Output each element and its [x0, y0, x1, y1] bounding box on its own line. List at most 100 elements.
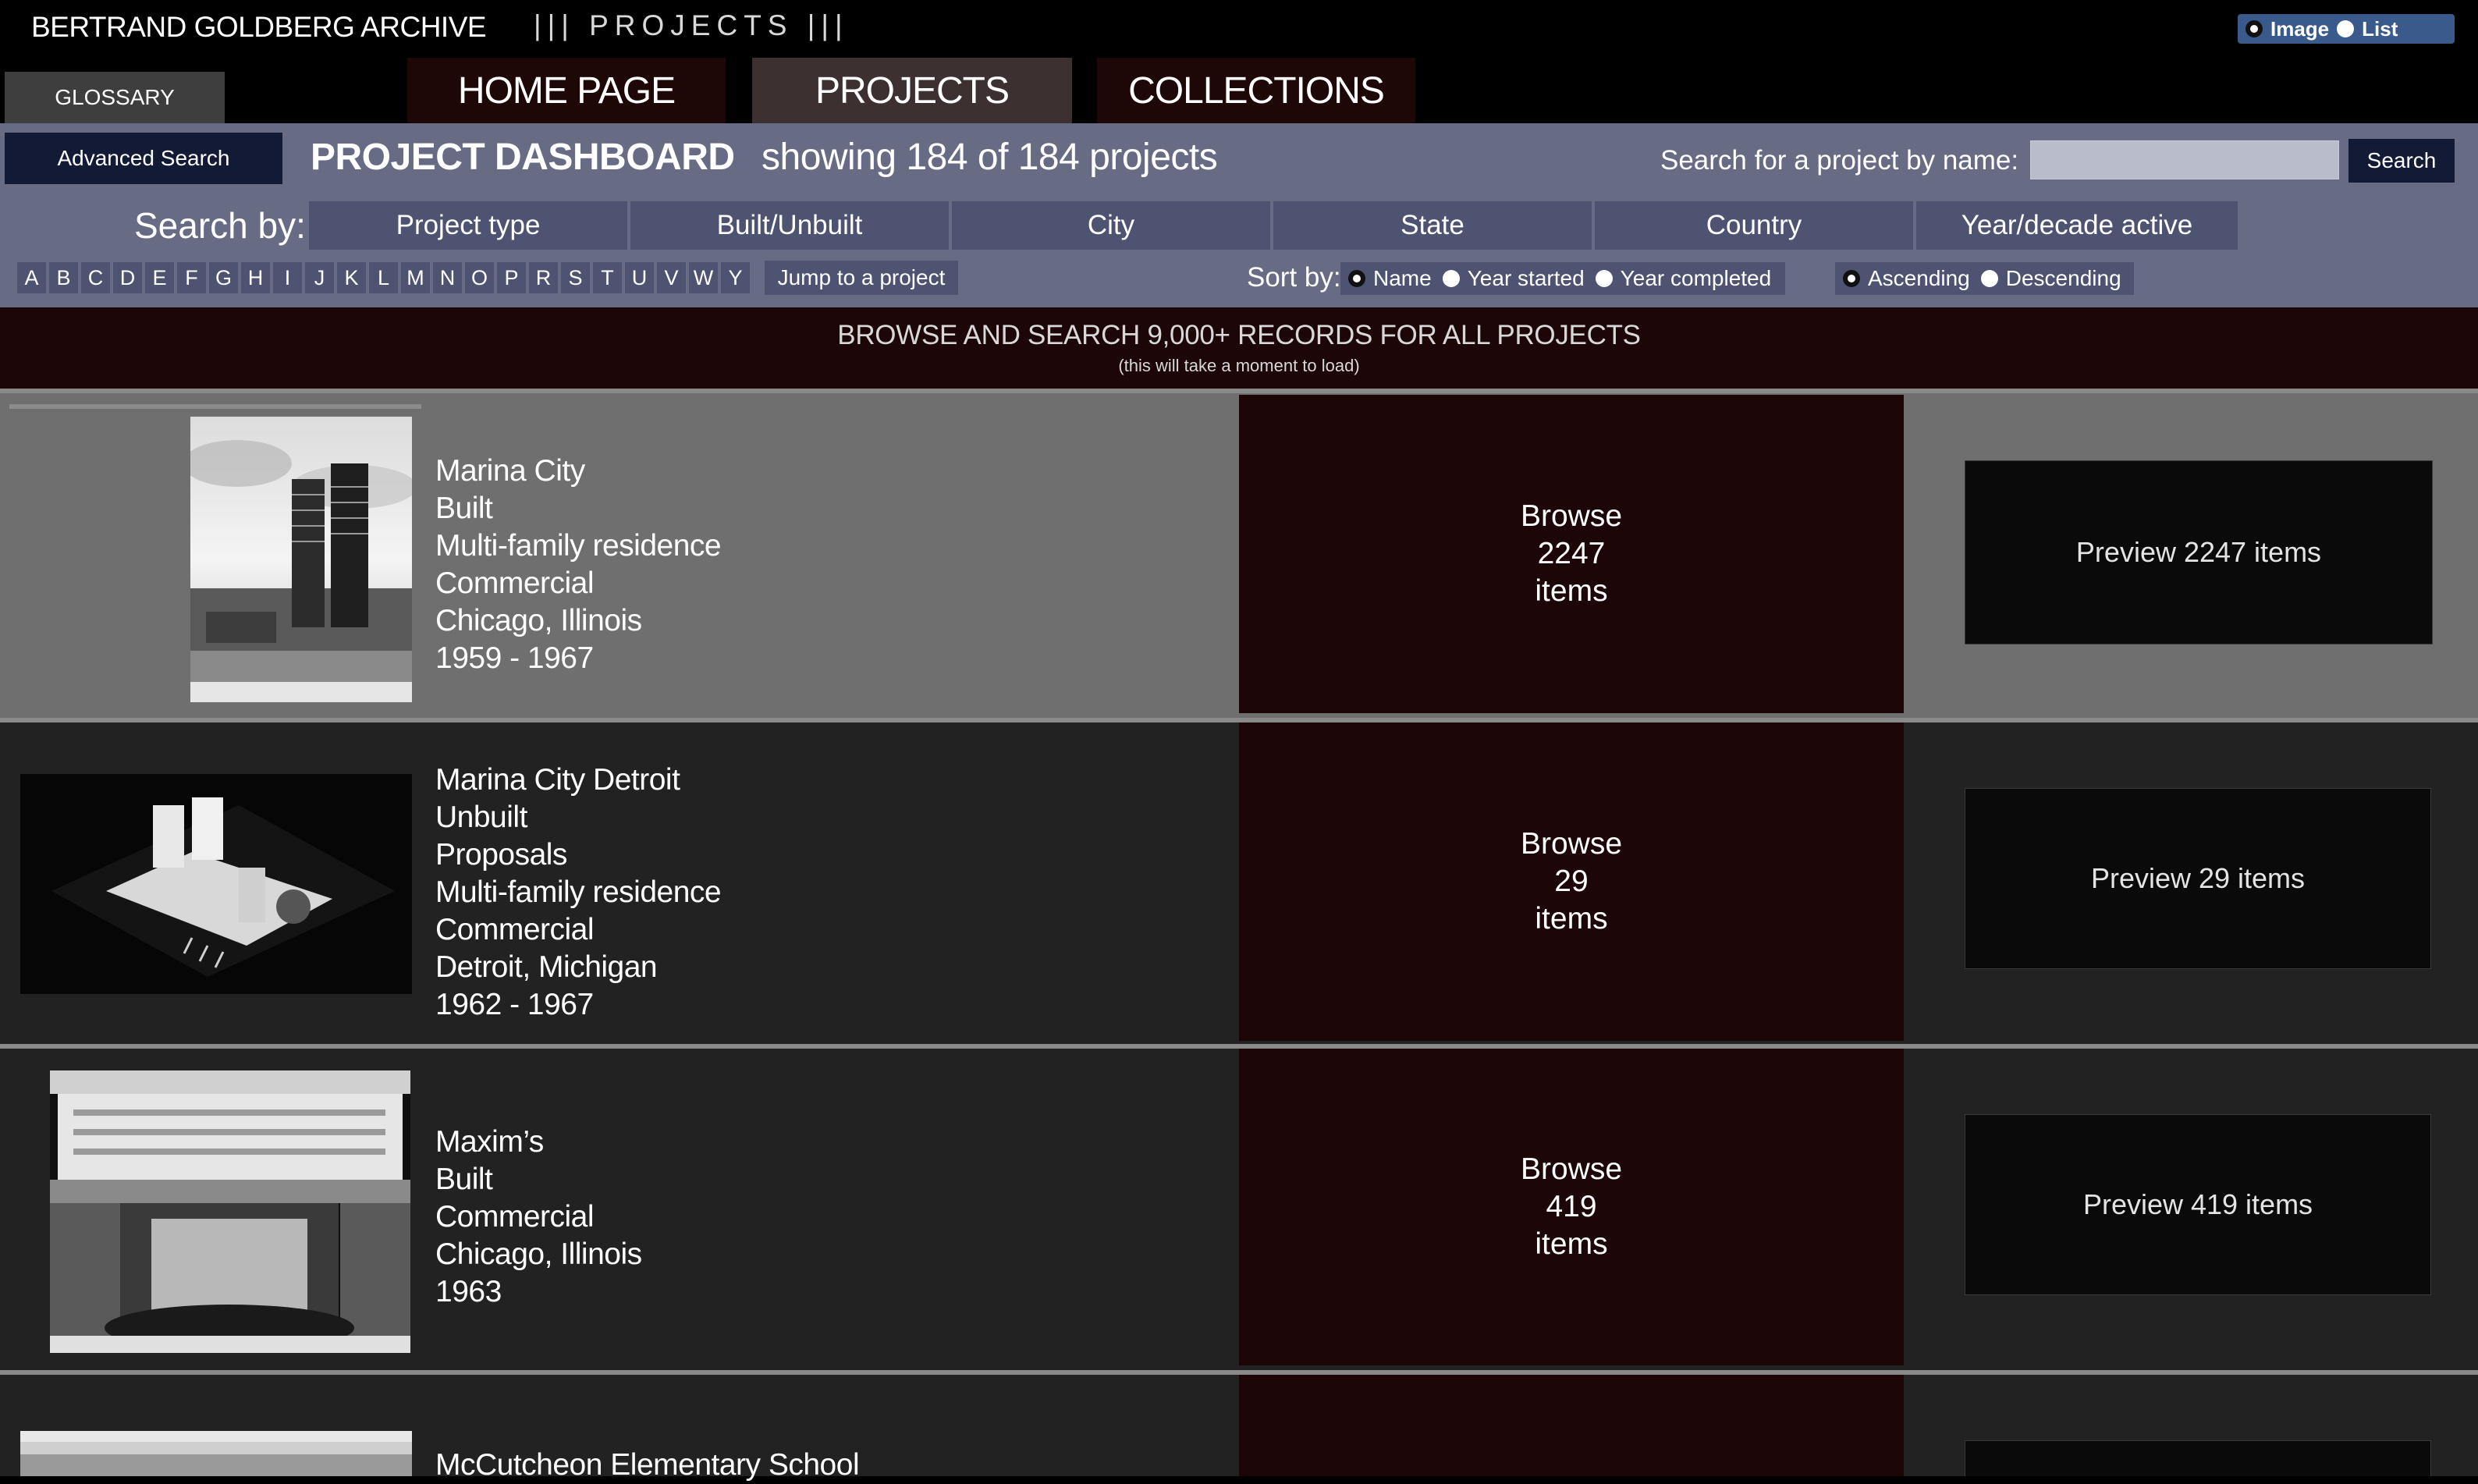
view-image-label: Image [2270, 16, 2330, 41]
browse-banner-title: BROWSE AND SEARCH 9,000+ RECORDS FOR ALL… [837, 320, 1641, 350]
letter-l[interactable]: L [369, 262, 398, 293]
sort-name-option[interactable]: Name [1348, 266, 1432, 291]
browse-items-button[interactable]: Browse 419 items [1239, 1049, 1904, 1365]
list-radio[interactable] [2337, 20, 2355, 37]
view-list-option[interactable]: List [2337, 17, 2398, 41]
letter-e[interactable]: E [145, 262, 174, 293]
sort-descending-radio[interactable] [1980, 270, 1998, 287]
sort-year-started-option[interactable]: Year started [1442, 266, 1585, 291]
browse-count: 29 [1554, 864, 1589, 898]
letter-r[interactable]: R [529, 262, 558, 293]
filter-year-decade[interactable]: Year/decade active [1916, 201, 2238, 250]
sort-descending-option[interactable]: Descending [1980, 266, 2121, 291]
filter-city[interactable]: City [952, 201, 1273, 250]
view-image-option[interactable]: Image [2245, 17, 2329, 41]
project-type-secondary: Commercial [435, 913, 595, 946]
letter-h[interactable]: H [241, 262, 270, 293]
project-name[interactable]: Marina City [435, 453, 721, 490]
browse-label: Browse [1520, 1152, 1623, 1186]
letter-c[interactable]: C [81, 262, 110, 293]
sort-ascending-radio[interactable] [1843, 270, 1860, 287]
letter-f[interactable]: F [177, 262, 206, 293]
filter-built-unbuilt[interactable]: Built/Unbuilt [630, 201, 952, 250]
project-type: Commercial [435, 1200, 595, 1234]
project-name[interactable]: Maxim’s [435, 1124, 642, 1161]
project-name[interactable]: Marina City Detroit [435, 762, 721, 799]
tab-home-page[interactable]: HOME PAGE [407, 58, 726, 123]
project-name[interactable]: McCutcheon Elementary School [435, 1447, 860, 1484]
tab-projects[interactable]: PROJECTS [752, 58, 1072, 123]
advanced-search-button[interactable]: Advanced Search [5, 133, 282, 184]
filter-project-type[interactable]: Project type [309, 201, 630, 250]
letter-i[interactable]: I [273, 262, 302, 293]
view-list-label: List [2362, 16, 2398, 41]
sort-year-started-radio[interactable] [1442, 270, 1460, 287]
project-category: Proposals [435, 838, 567, 872]
project-type-secondary: Commercial [435, 566, 595, 600]
mccutcheon-thumbnail[interactable] [20, 1431, 412, 1476]
project-row-maxims: Maxim’s Built Commercial Chicago, Illino… [0, 1049, 2478, 1370]
maxims-thumbnail[interactable] [50, 1070, 410, 1353]
letter-v[interactable]: V [657, 262, 686, 293]
alphabet-index: ABCDEFGHIJKLMNOPRSTUVWY [17, 262, 750, 293]
sort-year-completed-option[interactable]: Year completed [1595, 266, 1772, 291]
browse-all-banner[interactable]: BROWSE AND SEARCH 9,000+ RECORDS FOR ALL… [0, 307, 2478, 389]
project-type: Multi-family residence [435, 529, 722, 563]
project-location: Detroit, Michigan [435, 950, 658, 984]
section-title: ||| PROJECTS ||| [534, 9, 849, 41]
letter-s[interactable]: S [561, 262, 590, 293]
image-radio[interactable] [2245, 20, 2263, 37]
project-status: Unbuilt [435, 801, 527, 834]
sort-year-completed-label: Year completed [1620, 266, 1772, 290]
project-status: Built [435, 492, 493, 525]
preview-items-button[interactable]: Preview 419 items [1965, 1114, 2431, 1295]
letter-u[interactable]: U [625, 262, 654, 293]
letter-b[interactable]: B [49, 262, 78, 293]
letter-w[interactable]: W [689, 262, 718, 293]
letter-t[interactable]: T [593, 262, 622, 293]
marina-city-thumbnail[interactable] [190, 417, 412, 702]
browse-label: Browse [1520, 827, 1623, 861]
letter-n[interactable]: N [433, 262, 462, 293]
browse-items-button[interactable]: Browse 29 items [1239, 722, 1904, 1041]
sort-field-options: Name Year started Year completed [1340, 262, 1786, 295]
marina-city-detroit-thumbnail[interactable] [20, 774, 412, 994]
letter-y[interactable]: Y [721, 262, 750, 293]
project-info: McCutcheon Elementary School [435, 1447, 860, 1484]
letter-p[interactable]: P [497, 262, 526, 293]
jump-to-project-button[interactable]: Jump to a project [765, 261, 958, 295]
storefront-photo [50, 1070, 410, 1353]
search-filters: Project type Built/Unbuilt City State Co… [309, 201, 2238, 250]
tab-collections[interactable]: COLLECTIONS [1097, 58, 1415, 123]
search-label: Search for a project by name: [1660, 145, 2019, 176]
site-title[interactable]: BERTRAND GOLDBERG ARCHIVE [31, 11, 487, 44]
sort-order-options: Ascending Descending [1835, 262, 2134, 295]
search-input[interactable] [2030, 140, 2339, 179]
filter-state[interactable]: State [1273, 201, 1595, 250]
browse-label: Browse [1520, 499, 1623, 533]
letter-o[interactable]: O [465, 262, 494, 293]
sort-descending-label: Descending [2005, 266, 2121, 290]
browse-count: 419 [1546, 1190, 1597, 1223]
search-button[interactable]: Search [2348, 139, 2455, 183]
search-by-label: Search by: [134, 205, 306, 246]
letter-a[interactable]: A [17, 262, 46, 293]
preview-items-button[interactable] [1965, 1440, 2431, 1476]
browse-items-button[interactable] [1239, 1375, 1904, 1476]
letter-d[interactable]: D [113, 262, 142, 293]
sort-year-completed-radio[interactable] [1595, 270, 1613, 287]
letter-g[interactable]: G [209, 262, 238, 293]
letter-j[interactable]: J [305, 262, 334, 293]
project-location: Chicago, Illinois [435, 1237, 642, 1271]
sort-ascending-option[interactable]: Ascending [1843, 266, 1970, 291]
sort-name-radio[interactable] [1348, 270, 1365, 287]
preview-items-button[interactable]: Preview 2247 items [1965, 460, 2433, 644]
letter-m[interactable]: M [401, 262, 430, 293]
filter-country[interactable]: Country [1595, 201, 1916, 250]
browse-items-button[interactable]: Browse 2247 items [1239, 395, 1904, 713]
preview-items-button[interactable]: Preview 29 items [1965, 788, 2431, 969]
glossary-button[interactable]: GLOSSARY [5, 72, 225, 123]
browse-items-label: items [1535, 902, 1608, 935]
project-dashboard: Advanced Search PROJECT DASHBOARD showin… [0, 123, 2478, 307]
letter-k[interactable]: K [337, 262, 366, 293]
